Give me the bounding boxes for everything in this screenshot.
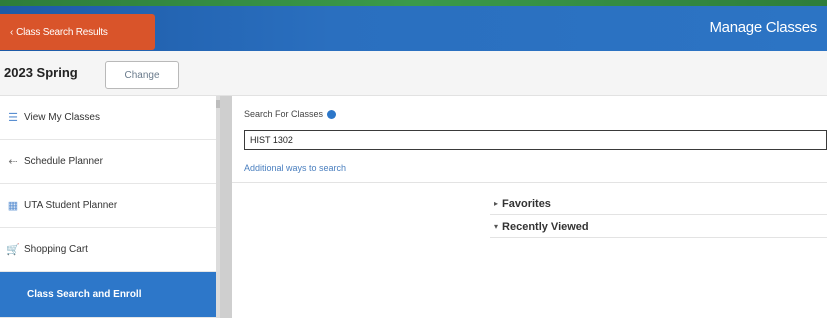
search-input[interactable] <box>244 130 827 150</box>
additional-ways-row: Additional ways to search <box>232 153 827 183</box>
term-bar: 2023 Spring Change <box>0 51 827 96</box>
page-title: Manage Classes <box>709 19 817 36</box>
back-button-label: Class Search Results <box>16 26 108 38</box>
sidebar-item-label: UTA Student Planner <box>24 200 118 211</box>
caret-down-icon: ▾ <box>494 222 499 231</box>
sidebar-item-shopping-cart[interactable]: 🛒 Shopping Cart <box>0 228 217 272</box>
pane-divider[interactable] <box>220 96 232 318</box>
sidebar-item-view-my-classes[interactable]: ☰ View My Classes <box>0 96 217 140</box>
recently-viewed-label: Recently Viewed <box>502 220 589 233</box>
search-for-classes-label: Search For Classes <box>244 109 337 119</box>
cart-icon: 🛒 <box>6 244 20 256</box>
term-label: 2023 Spring <box>4 65 78 80</box>
arrow-icon: ⇠ <box>8 156 18 168</box>
sidebar: ☰ View My Classes ⇠ Schedule Planner ▦ U… <box>0 96 217 318</box>
info-icon[interactable] <box>327 109 337 119</box>
sidebar-item-label: Shopping Cart <box>24 244 88 255</box>
calendar-list-icon: ☰ <box>8 112 18 124</box>
caret-right-icon: ▸ <box>494 199 499 208</box>
sidebar-item-label: Schedule Planner <box>24 156 103 167</box>
additional-ways-link[interactable]: Additional ways to search <box>244 163 346 173</box>
search-label-text: Search For Classes <box>244 109 324 119</box>
sidebar-item-label: Class Search and Enroll <box>27 289 142 300</box>
change-term-button[interactable]: Change <box>105 61 179 89</box>
chevron-left-icon: ‹ <box>10 26 14 38</box>
main-content: Search For Classes Additional ways to se… <box>232 96 827 318</box>
sidebar-item-class-search-and-enroll[interactable]: Class Search and Enroll <box>0 272 217 318</box>
sidebar-item-schedule-planner[interactable]: ⇠ Schedule Planner <box>0 140 217 184</box>
sidebar-item-uta-student-planner[interactable]: ▦ UTA Student Planner <box>0 184 217 228</box>
favorites-label: Favorites <box>502 197 551 210</box>
sidebar-item-label: View My Classes <box>24 112 100 123</box>
class-search-results-button[interactable]: ‹ Class Search Results <box>0 14 155 50</box>
favorites-accordion[interactable]: ▸ Favorites <box>490 193 827 215</box>
grid-icon: ▦ <box>7 200 19 212</box>
recently-viewed-accordion[interactable]: ▾ Recently Viewed <box>490 216 827 238</box>
